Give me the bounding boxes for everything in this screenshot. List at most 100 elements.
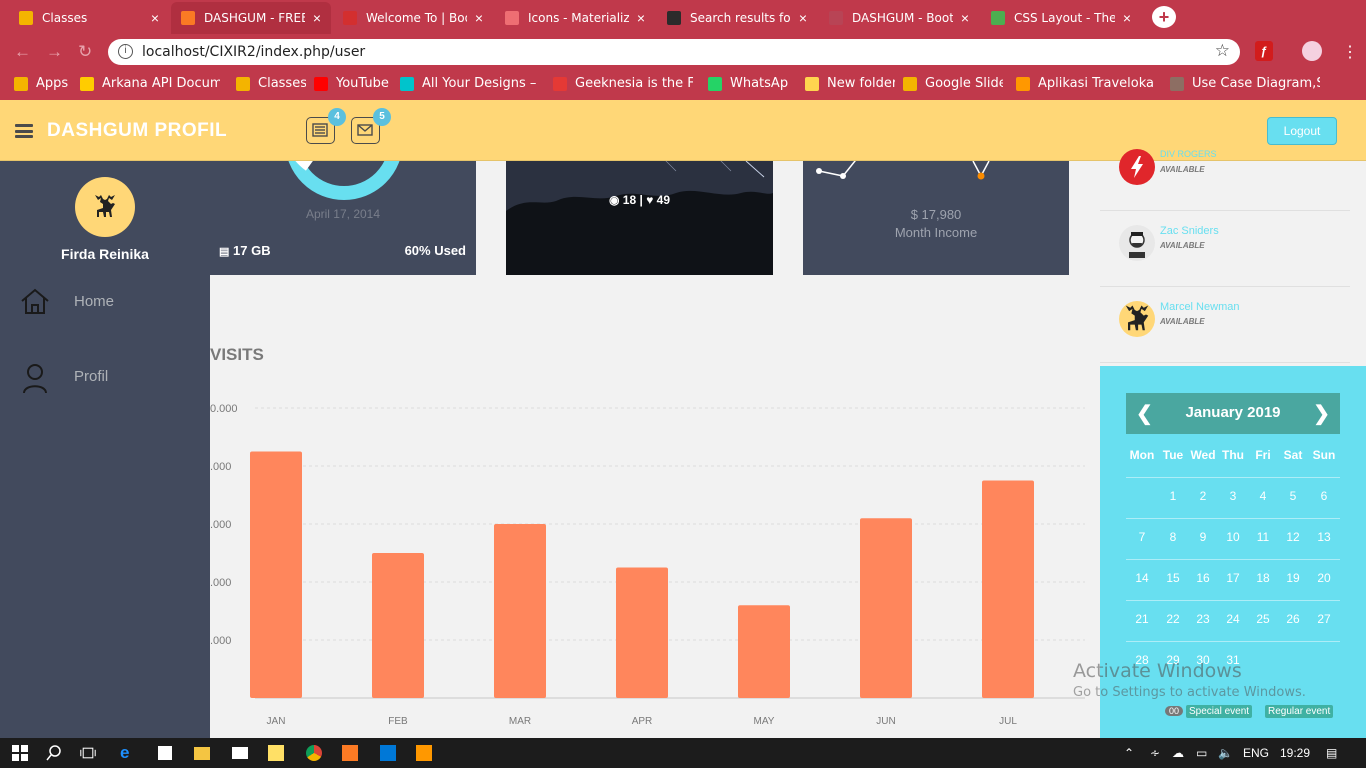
calendar-day[interactable]: 12 [1278, 530, 1308, 544]
calendar-day[interactable]: 2 [1188, 489, 1218, 503]
calendar-day[interactable]: 17 [1218, 571, 1248, 585]
user-list-item[interactable]: DIV ROGERS AVAILABLE [1100, 135, 1350, 211]
tasks-button[interactable]: 4 [306, 108, 346, 144]
bookmark-item[interactable]: Use Case Diagram,Sk [1170, 76, 1320, 91]
close-tab-icon[interactable]: × [475, 10, 483, 26]
browser-tab[interactable]: CSS Layout - The c × [981, 2, 1141, 34]
back-icon[interactable]: ← [14, 42, 31, 62]
calendar-day[interactable]: 3 [1218, 489, 1248, 503]
bar-apr[interactable] [616, 567, 668, 699]
user-name[interactable]: DIV ROGERS [1160, 149, 1217, 159]
mail-button[interactable]: 5 [351, 108, 391, 144]
new-tab-button[interactable]: + [1152, 6, 1176, 28]
user-list-item[interactable]: Marcel Newman AVAILABLE [1100, 287, 1350, 363]
close-tab-icon[interactable]: × [961, 10, 969, 26]
bookmark-item[interactable]: All Your Designs – Ca [400, 76, 540, 91]
close-tab-icon[interactable]: × [313, 10, 321, 26]
user-name[interactable]: Zac Sniders [1160, 225, 1219, 237]
url-input[interactable]: i localhost/CIXIR2/index.php/user ☆ [108, 39, 1240, 65]
calendar-day[interactable]: 8 [1158, 530, 1188, 544]
calendar-day[interactable]: 14 [1127, 571, 1157, 585]
chevron-up-icon[interactable]: ⌃ [1124, 746, 1134, 760]
bar-mar[interactable] [494, 524, 546, 698]
chrome-icon[interactable] [306, 745, 322, 761]
user-name[interactable]: Marcel Newman [1160, 301, 1239, 313]
task-view-icon[interactable] [80, 745, 96, 761]
calendar-day[interactable]: 1 [1158, 489, 1188, 503]
sublime-icon[interactable] [416, 745, 432, 761]
notifications-icon[interactable]: ▤ [1326, 746, 1337, 760]
brand-title[interactable]: DASHGUM PROFIL [47, 120, 227, 142]
bar-feb[interactable] [372, 553, 424, 698]
battery-icon[interactable]: ▭ [1196, 746, 1207, 760]
calendar-day[interactable]: 21 [1127, 612, 1157, 626]
calendar-day[interactable]: 15 [1158, 571, 1188, 585]
bookmark-item[interactable]: WhatsApp [708, 76, 788, 91]
calendar-day[interactable]: 11 [1248, 530, 1278, 544]
browser-tab[interactable]: DASHGUM - Boot × [819, 2, 979, 34]
user-avatar[interactable] [75, 177, 135, 237]
calendar-day[interactable]: 19 [1278, 571, 1308, 585]
xampp-icon[interactable] [342, 745, 358, 761]
close-tab-icon[interactable]: × [799, 10, 807, 26]
bookmark-item[interactable]: Apps [14, 76, 68, 91]
browser-menu-icon[interactable]: ⋮ [1342, 42, 1358, 62]
calendar-day[interactable]: 26 [1278, 612, 1308, 626]
sidebar-item-profil[interactable]: Profil [0, 358, 210, 398]
wifi-icon[interactable]: ∻ [1150, 746, 1160, 760]
calendar-day[interactable]: 5 [1278, 489, 1308, 503]
browser-tab[interactable]: Classes × [9, 2, 169, 34]
browser-tab[interactable]: Welcome To | Boot × [333, 2, 493, 34]
sticky-notes-icon[interactable] [268, 745, 284, 761]
calendar-day[interactable]: 6 [1309, 489, 1339, 503]
close-tab-icon[interactable]: × [1123, 10, 1131, 26]
calendar-day[interactable]: 25 [1248, 612, 1278, 626]
mail-app-icon[interactable] [232, 747, 248, 759]
calendar-day[interactable]: 13 [1309, 530, 1339, 544]
clock[interactable]: 19:29 [1280, 746, 1310, 760]
menu-toggle-icon[interactable] [15, 124, 33, 138]
language-indicator[interactable]: ENG [1243, 746, 1269, 760]
bookmark-item[interactable]: Classes [236, 76, 306, 91]
user-list-item[interactable]: Zac Sniders AVAILABLE [1100, 211, 1350, 287]
volume-icon[interactable]: 🔈 [1218, 746, 1233, 760]
bookmark-item[interactable]: Google Slides [903, 76, 1003, 91]
bookmark-star-icon[interactable]: ☆ [1215, 41, 1230, 61]
vscode-icon[interactable] [380, 745, 396, 761]
windows-start-icon[interactable] [12, 745, 28, 761]
browser-tab[interactable]: DASHGUM - FREE × [171, 2, 331, 34]
calendar-day[interactable]: 16 [1188, 571, 1218, 585]
bar-jan[interactable] [250, 451, 302, 699]
network-icon[interactable]: ☁ [1172, 746, 1184, 760]
calendar-day[interactable]: 9 [1188, 530, 1218, 544]
file-explorer-icon[interactable] [194, 747, 210, 760]
bar-jun[interactable] [860, 518, 912, 698]
extension-icon[interactable]: ƒ [1255, 41, 1273, 61]
bookmark-item[interactable]: YouTube [314, 76, 389, 91]
forward-icon[interactable]: → [46, 42, 63, 62]
calendar-day[interactable]: 7 [1127, 530, 1157, 544]
browser-tab[interactable]: Icons - Materialize × [495, 2, 655, 34]
bar-may[interactable] [738, 605, 790, 698]
bar-jul[interactable] [982, 480, 1034, 699]
search-icon[interactable] [46, 745, 62, 761]
sidebar-item-home[interactable]: Home [0, 283, 210, 323]
browser-tab[interactable]: Search results for × [657, 2, 817, 34]
close-tab-icon[interactable]: × [637, 10, 645, 26]
calendar-day[interactable]: 10 [1218, 530, 1248, 544]
info-icon[interactable]: i [118, 44, 133, 59]
bookmark-item[interactable]: New folder [805, 76, 895, 91]
reload-icon[interactable]: ↻ [78, 42, 92, 62]
calendar-day[interactable]: 18 [1248, 571, 1278, 585]
close-tab-icon[interactable]: × [151, 10, 159, 26]
edge-icon[interactable]: e [120, 743, 136, 762]
bookmark-item[interactable]: Arkana API Documen [80, 76, 220, 91]
calendar-day[interactable]: 20 [1309, 571, 1339, 585]
chevron-right-icon[interactable]: ❯ [1313, 401, 1330, 426]
calendar-day[interactable]: 27 [1309, 612, 1339, 626]
profile-avatar[interactable] [1302, 41, 1322, 61]
bookmark-item[interactable]: Aplikasi Traveloka .ht [1016, 76, 1156, 91]
bookmark-item[interactable]: Geeknesia is the First [553, 76, 693, 91]
store-icon[interactable] [158, 746, 172, 760]
calendar-day[interactable]: 4 [1248, 489, 1278, 503]
